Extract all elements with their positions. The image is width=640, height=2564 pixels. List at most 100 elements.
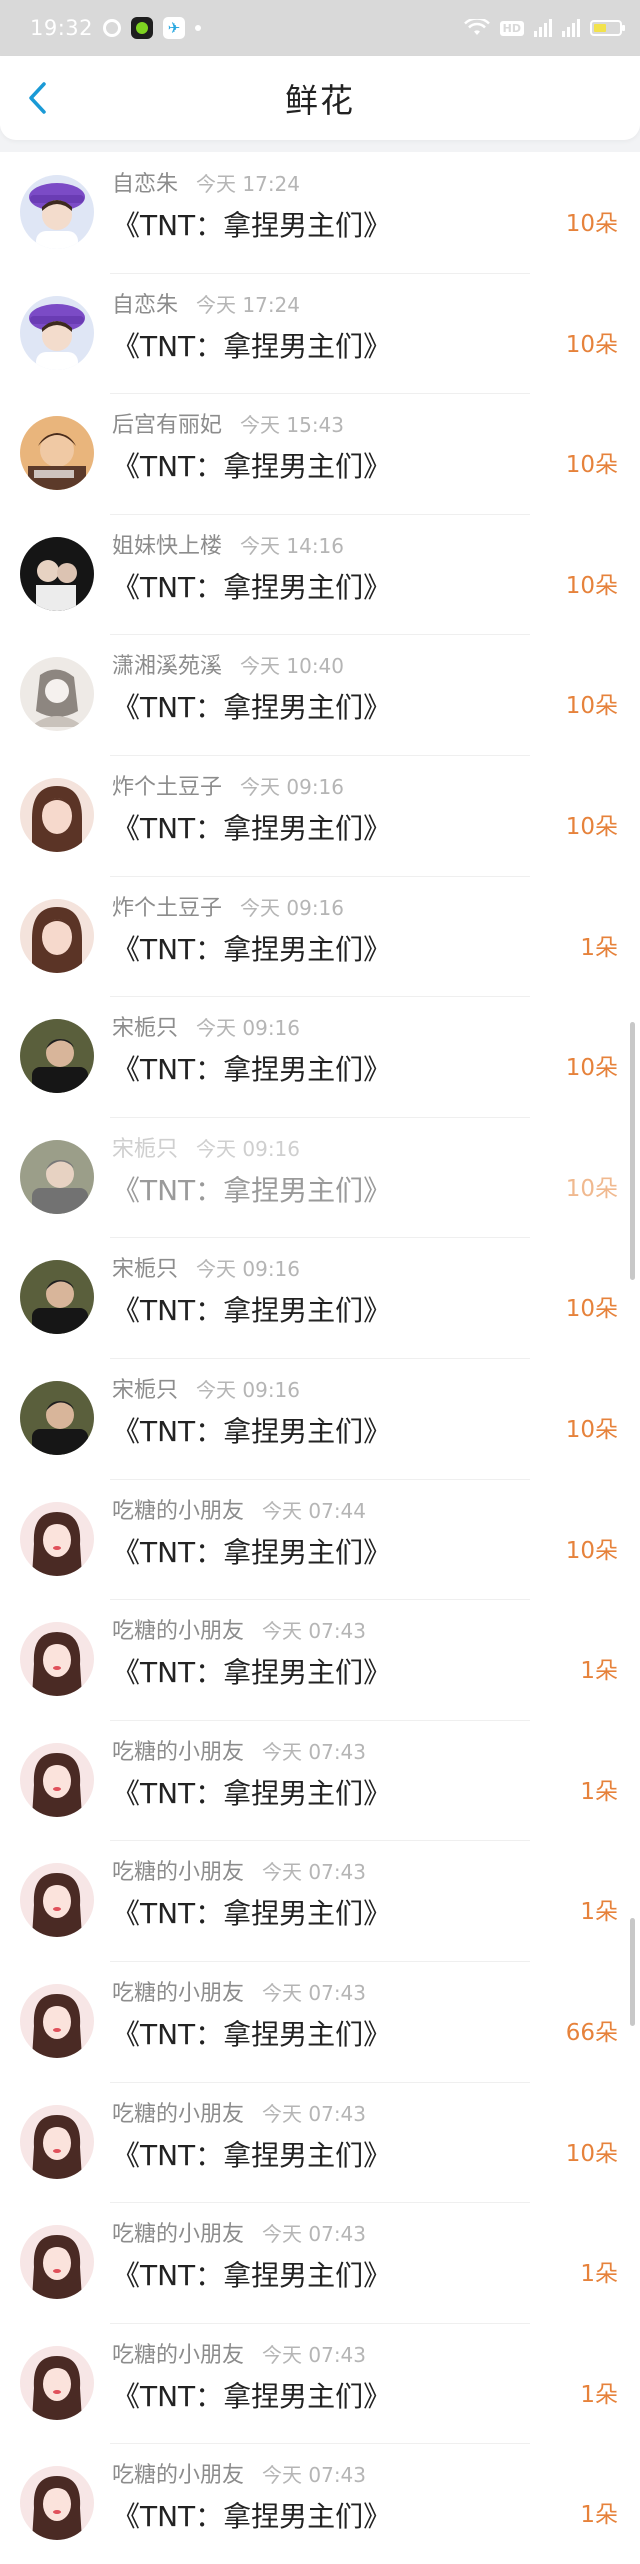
avatar[interactable] xyxy=(20,1742,94,1817)
avatar[interactable] xyxy=(20,1260,94,1335)
user-name[interactable]: 吃糖的小朋友 xyxy=(112,1493,244,1525)
user-name[interactable]: 吃糖的小朋友 xyxy=(112,1854,244,1886)
flower-record-item[interactable]: 宋栀只 今天 09:16 《TNT：拿捏男主们》 10朵 xyxy=(0,996,640,1117)
flower-record-item[interactable]: 吃糖的小朋友 今天 07:43 《TNT：拿捏男主们》 1朵 xyxy=(0,2322,640,2444)
flower-record-item[interactable]: 吃糖的小朋友 今天 07:43 《TNT：拿捏男主们》 1朵 xyxy=(0,1840,640,1961)
user-name[interactable]: 自恋朱 xyxy=(112,166,178,198)
user-name[interactable]: 吃糖的小朋友 xyxy=(112,2457,244,2489)
avatar[interactable] xyxy=(20,1983,94,2058)
user-name[interactable]: 宋栀只 xyxy=(112,1010,178,1042)
signal-icon-secondary xyxy=(562,19,580,37)
book-title: 《TNT：拿捏男主们》 xyxy=(112,329,392,363)
record-meta: 姐妹快上楼 今天 14:16 xyxy=(112,528,344,560)
flower-count: 10朵 xyxy=(565,1055,618,1082)
record-meta: 吃糖的小朋友 今天 07:43 xyxy=(112,2457,366,2489)
book-title: 《TNT：拿捏男主们》 xyxy=(112,2138,392,2172)
flower-count: 10朵 xyxy=(565,1175,618,1202)
user-name[interactable]: 宋栀只 xyxy=(112,1251,178,1283)
avatar[interactable] xyxy=(20,295,94,370)
flower-record-item[interactable]: 自恋朱 今天 17:24 《TNT：拿捏男主们》 10朵 xyxy=(0,152,640,273)
avatar[interactable] xyxy=(20,175,94,249)
avatar[interactable] xyxy=(20,777,94,852)
flower-record-item[interactable]: 吃糖的小朋友 今天 07:43 《TNT：拿捏男主们》 1朵 xyxy=(0,2202,640,2323)
user-name[interactable]: 吃糖的小朋友 xyxy=(112,2337,244,2369)
flower-count: 10朵 xyxy=(565,452,618,479)
flower-count: 10朵 xyxy=(565,331,618,358)
record-meta: 宋栀只 今天 09:16 xyxy=(112,1372,300,1404)
flower-count: 10朵 xyxy=(565,693,618,720)
avatar[interactable] xyxy=(20,2225,94,2300)
book-title: 《TNT：拿捏男主们》 xyxy=(112,570,392,604)
avatar[interactable] xyxy=(20,1019,94,1094)
record-meta: 自恋朱 今天 17:24 xyxy=(112,166,300,198)
flower-record-item[interactable]: 宋栀只 今天 09:16 《TNT：拿捏男主们》 10朵 xyxy=(0,1237,640,1358)
book-title: 《TNT：拿捏男主们》 xyxy=(112,1897,392,1931)
flower-record-item[interactable]: 吃糖的小朋友 今天 07:43 《TNT：拿捏男主们》 1朵 xyxy=(0,1719,640,1841)
user-name[interactable]: 宋栀只 xyxy=(112,1131,178,1163)
back-button[interactable] xyxy=(14,74,62,122)
signal-icon xyxy=(534,19,552,37)
scrollbar-thumb[interactable] xyxy=(630,1022,635,1280)
user-name[interactable]: 后宫有丽妃 xyxy=(112,407,222,439)
flower-count: 10朵 xyxy=(565,1537,618,1564)
avatar[interactable] xyxy=(20,2104,94,2179)
flower-record-item[interactable]: 姐妹快上楼 今天 14:16 《TNT：拿捏男主们》 10朵 xyxy=(0,513,640,635)
user-name[interactable]: 宋栀只 xyxy=(112,1372,178,1404)
record-meta: 吃糖的小朋友 今天 07:43 xyxy=(112,1734,366,1766)
record-meta: 宋栀只 今天 09:16 xyxy=(112,1251,300,1283)
record-time: 今天 07:43 xyxy=(262,2342,367,2367)
book-title: 《TNT：拿捏男主们》 xyxy=(112,691,392,725)
flower-record-item[interactable]: 自恋朱 今天 17:24 《TNT：拿捏男主们》 10朵 xyxy=(0,272,640,394)
book-title: 《TNT：拿捏男主们》 xyxy=(112,1294,392,1328)
user-name[interactable]: 炸个土豆子 xyxy=(112,769,222,801)
avatar[interactable] xyxy=(20,1139,94,1214)
book-title: 《TNT：拿捏男主们》 xyxy=(112,450,392,484)
avatar[interactable] xyxy=(20,2466,94,2541)
flower-record-item[interactable]: 宋栀只 今天 09:16 《TNT：拿捏男主们》 10朵 xyxy=(0,1357,640,1479)
flower-record-item[interactable]: 吃糖的小朋友 今天 07:44 《TNT：拿捏男主们》 10朵 xyxy=(0,1478,640,1600)
avatar[interactable] xyxy=(20,657,94,732)
book-title: 《TNT：拿捏男主们》 xyxy=(112,1535,392,1569)
user-name[interactable]: 自恋朱 xyxy=(112,287,178,319)
record-meta: 吃糖的小朋友 今天 07:43 xyxy=(112,1975,366,2007)
avatar[interactable] xyxy=(20,898,94,973)
flower-record-item[interactable]: 后宫有丽妃 今天 15:43 《TNT：拿捏男主们》 10朵 xyxy=(0,393,640,514)
status-time: 19:32 xyxy=(30,16,94,40)
avatar[interactable] xyxy=(20,2345,94,2420)
avatar[interactable] xyxy=(20,1863,94,1938)
user-name[interactable]: 潇湘溪苑溪 xyxy=(112,648,222,680)
user-name[interactable]: 炸个土豆子 xyxy=(112,890,222,922)
record-meta: 吃糖的小朋友 今天 07:43 xyxy=(112,2337,366,2369)
flower-record-item[interactable]: 潇湘溪苑溪 今天 10:40 《TNT：拿捏男主们》 10朵 xyxy=(0,634,640,755)
flower-count: 1朵 xyxy=(580,1658,618,1685)
avatar[interactable] xyxy=(20,1380,94,1455)
record-time: 今天 07:44 xyxy=(262,1498,367,1523)
record-time: 今天 14:16 xyxy=(240,533,345,558)
user-name[interactable]: 姐妹快上楼 xyxy=(112,528,222,560)
avatar[interactable] xyxy=(20,1501,94,1576)
flower-record-item[interactable]: 吃糖的小朋友 今天 07:43 《TNT：拿捏男主们》 66朵 xyxy=(0,1960,640,2082)
user-name[interactable]: 吃糖的小朋友 xyxy=(112,1734,244,1766)
flower-record-item[interactable]: 吃糖的小朋友 今天 07:43 《TNT：拿捏男主们》 1朵 xyxy=(0,1599,640,1720)
user-name[interactable]: 吃糖的小朋友 xyxy=(112,1613,244,1645)
flower-record-item[interactable]: 吃糖的小朋友 今天 07:43 《TNT：拿捏男主们》 1朵 xyxy=(0,2443,640,2564)
user-name[interactable]: 吃糖的小朋友 xyxy=(112,2216,244,2248)
record-time: 今天 17:24 xyxy=(196,292,301,317)
record-time: 今天 07:43 xyxy=(262,1980,367,2005)
flower-record-item[interactable]: 炸个土豆子 今天 09:16 《TNT：拿捏男主们》 1朵 xyxy=(0,875,640,997)
user-name[interactable]: 吃糖的小朋友 xyxy=(112,1975,244,2007)
scrollbar-thumb-secondary[interactable] xyxy=(630,1918,635,2026)
sync-icon xyxy=(103,19,122,37)
avatar[interactable] xyxy=(20,416,94,491)
flower-record-item[interactable]: 炸个土豆子 今天 09:16 《TNT：拿捏男主们》 10朵 xyxy=(0,754,640,876)
chevron-left-icon xyxy=(29,82,46,114)
book-title: 《TNT：拿捏男主们》 xyxy=(112,1776,392,1810)
record-time: 今天 09:16 xyxy=(196,1136,301,1161)
avatar[interactable] xyxy=(20,1622,94,1697)
flower-record-item[interactable]: 宋栀只 今天 09:16 《TNT：拿捏男主们》 10朵 xyxy=(0,1116,640,1238)
avatar[interactable] xyxy=(20,536,94,611)
user-name[interactable]: 吃糖的小朋友 xyxy=(112,2096,244,2128)
flower-record-item[interactable]: 吃糖的小朋友 今天 07:43 《TNT：拿捏男主们》 10朵 xyxy=(0,2081,640,2203)
book-title: 《TNT：拿捏男主们》 xyxy=(112,2379,392,2413)
record-time: 今天 07:43 xyxy=(262,2463,367,2488)
